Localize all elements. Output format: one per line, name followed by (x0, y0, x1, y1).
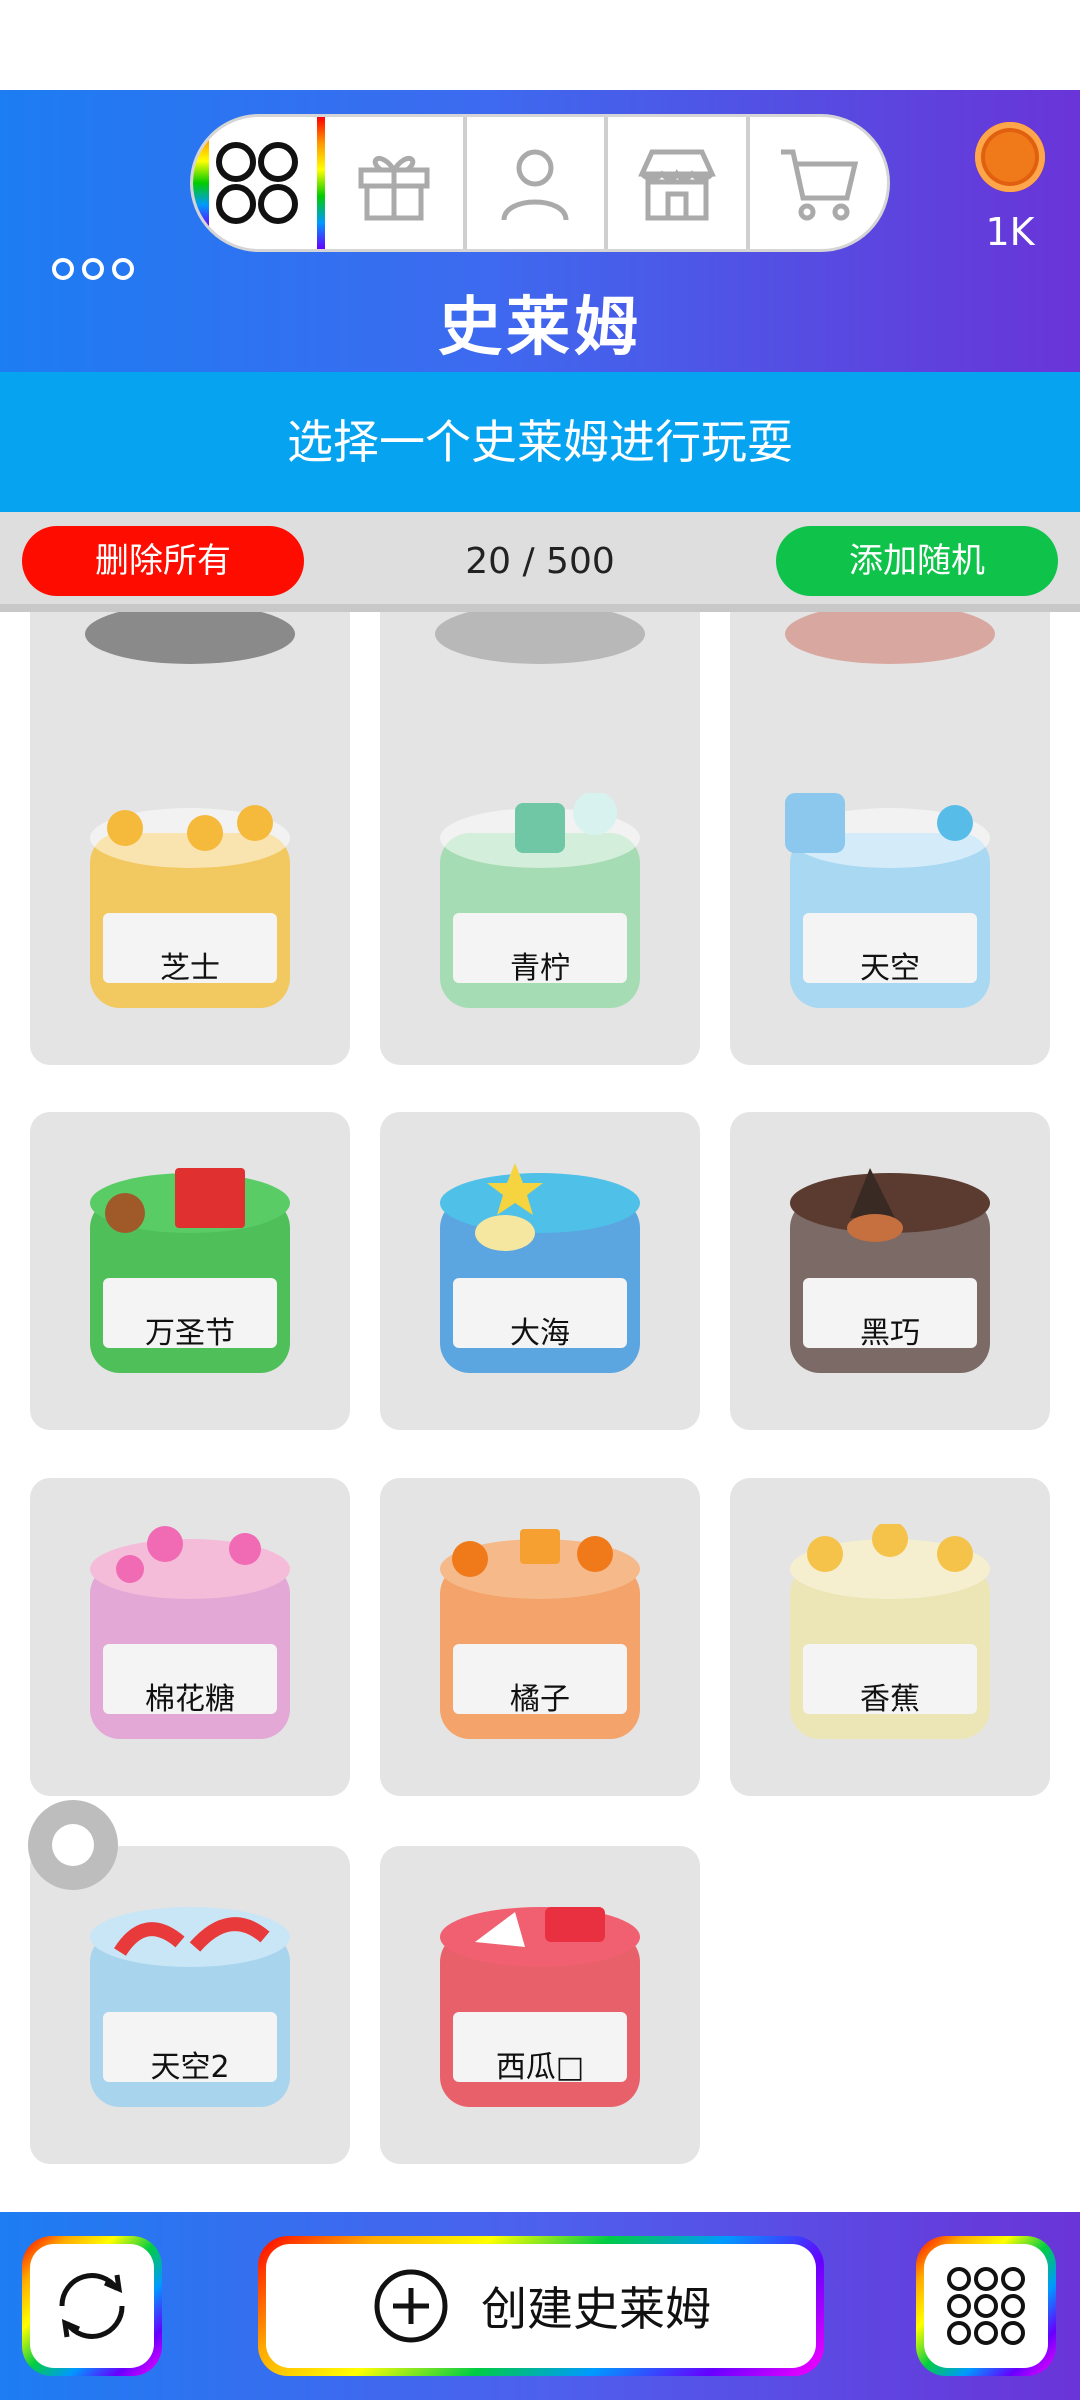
slime-name: 西瓜□ (495, 2050, 585, 2085)
slime-card[interactable]: 天空2 (30, 1846, 350, 2164)
create-slime-label: 创建史莱姆 (481, 2282, 711, 2336)
slime-name: 橘子 (510, 1682, 570, 1717)
page-title: 史莱姆 (438, 291, 642, 365)
drag-handle-icon[interactable] (28, 1800, 118, 1890)
slime-card[interactable]: 香蕉 (730, 1478, 1050, 1796)
status-bar (0, 0, 1080, 90)
plus-circle-icon (374, 2269, 448, 2343)
grid-icon (216, 142, 298, 224)
refresh-button[interactable] (22, 2236, 162, 2376)
slime-jar: 青柠 (435, 791, 645, 1033)
slime-jar: 天空 (785, 793, 995, 1033)
app-screen: 1K 史莱姆 选择一个史莱姆进行玩耍 删除所有 20 / 500 添加随机 芝士 (0, 0, 1080, 2400)
slime-jar: 黑巧 (785, 1158, 995, 1398)
slime-jar: 橘子 (435, 1524, 645, 1764)
action-bar: 删除所有 20 / 500 添加随机 (0, 512, 1080, 612)
coin-count: 1K (985, 210, 1035, 254)
slime-card[interactable]: 棉花糖 (30, 1478, 350, 1796)
person-icon (501, 149, 569, 221)
slime-jar: 万圣节 (85, 1158, 295, 1398)
gift-icon (358, 156, 430, 221)
slime-jar: 芝士 (85, 793, 295, 1033)
tab-slimes[interactable] (193, 117, 325, 249)
slime-jar: 香蕉 (785, 1521, 995, 1764)
slime-name: 芝士 (160, 951, 220, 986)
slime-jar: 天空2 (85, 1892, 295, 2132)
slime-card[interactable]: 西瓜□ (380, 1846, 700, 2164)
app-grid-icon (947, 2267, 1025, 2345)
slime-grid: 芝士 青柠 天空 万圣节 大海 黑巧 棉花糖 橘子 香蕉 天空2 西瓜□ (0, 612, 1080, 2212)
slime-name: 青柠 (510, 951, 570, 986)
slime-card[interactable]: 橘子 (380, 1478, 700, 1796)
bottom-bar: 创建史莱姆 (0, 2212, 1080, 2400)
create-slime-button[interactable]: 创建史莱姆 (258, 2236, 824, 2376)
slime-name: 黑巧 (860, 1316, 920, 1351)
slime-card[interactable]: 黑巧 (730, 1112, 1050, 1430)
shop-icon (637, 149, 716, 221)
coin-icon[interactable] (975, 122, 1045, 192)
slime-jar: 大海 (435, 1158, 645, 1398)
slime-name: 天空 (860, 951, 920, 986)
instruction-banner: 选择一个史莱姆进行玩耍 (0, 372, 1080, 512)
tab-gifts[interactable] (321, 117, 463, 249)
slime-name: 香蕉 (860, 1682, 920, 1717)
slime-count: 20 / 500 (465, 541, 615, 582)
grid-menu-button[interactable] (916, 2236, 1056, 2376)
slime-card[interactable]: 芝士 (30, 747, 350, 1065)
slime-card[interactable]: 天空 (730, 747, 1050, 1065)
slime-name: 棉花糖 (145, 1682, 235, 1717)
slime-card[interactable]: 万圣节 (30, 1112, 350, 1430)
slime-card[interactable]: 青柠 (380, 747, 700, 1065)
tab-cart[interactable] (745, 117, 888, 249)
top-tab-bar (190, 114, 890, 252)
cart-icon (781, 149, 859, 221)
slime-jar: 棉花糖 (85, 1524, 295, 1764)
tab-shop[interactable] (604, 117, 746, 249)
slime-name: 天空2 (150, 2050, 230, 2085)
delete-all-button[interactable]: 删除所有 (22, 526, 304, 596)
slime-card[interactable]: 大海 (380, 1112, 700, 1430)
tab-profile[interactable] (462, 117, 605, 249)
refresh-icon (59, 2273, 125, 2339)
slime-name: 大海 (510, 1316, 570, 1351)
slime-name: 万圣节 (145, 1316, 235, 1351)
add-random-button[interactable]: 添加随机 (776, 526, 1058, 596)
slime-jar: 西瓜□ (435, 1892, 645, 2132)
